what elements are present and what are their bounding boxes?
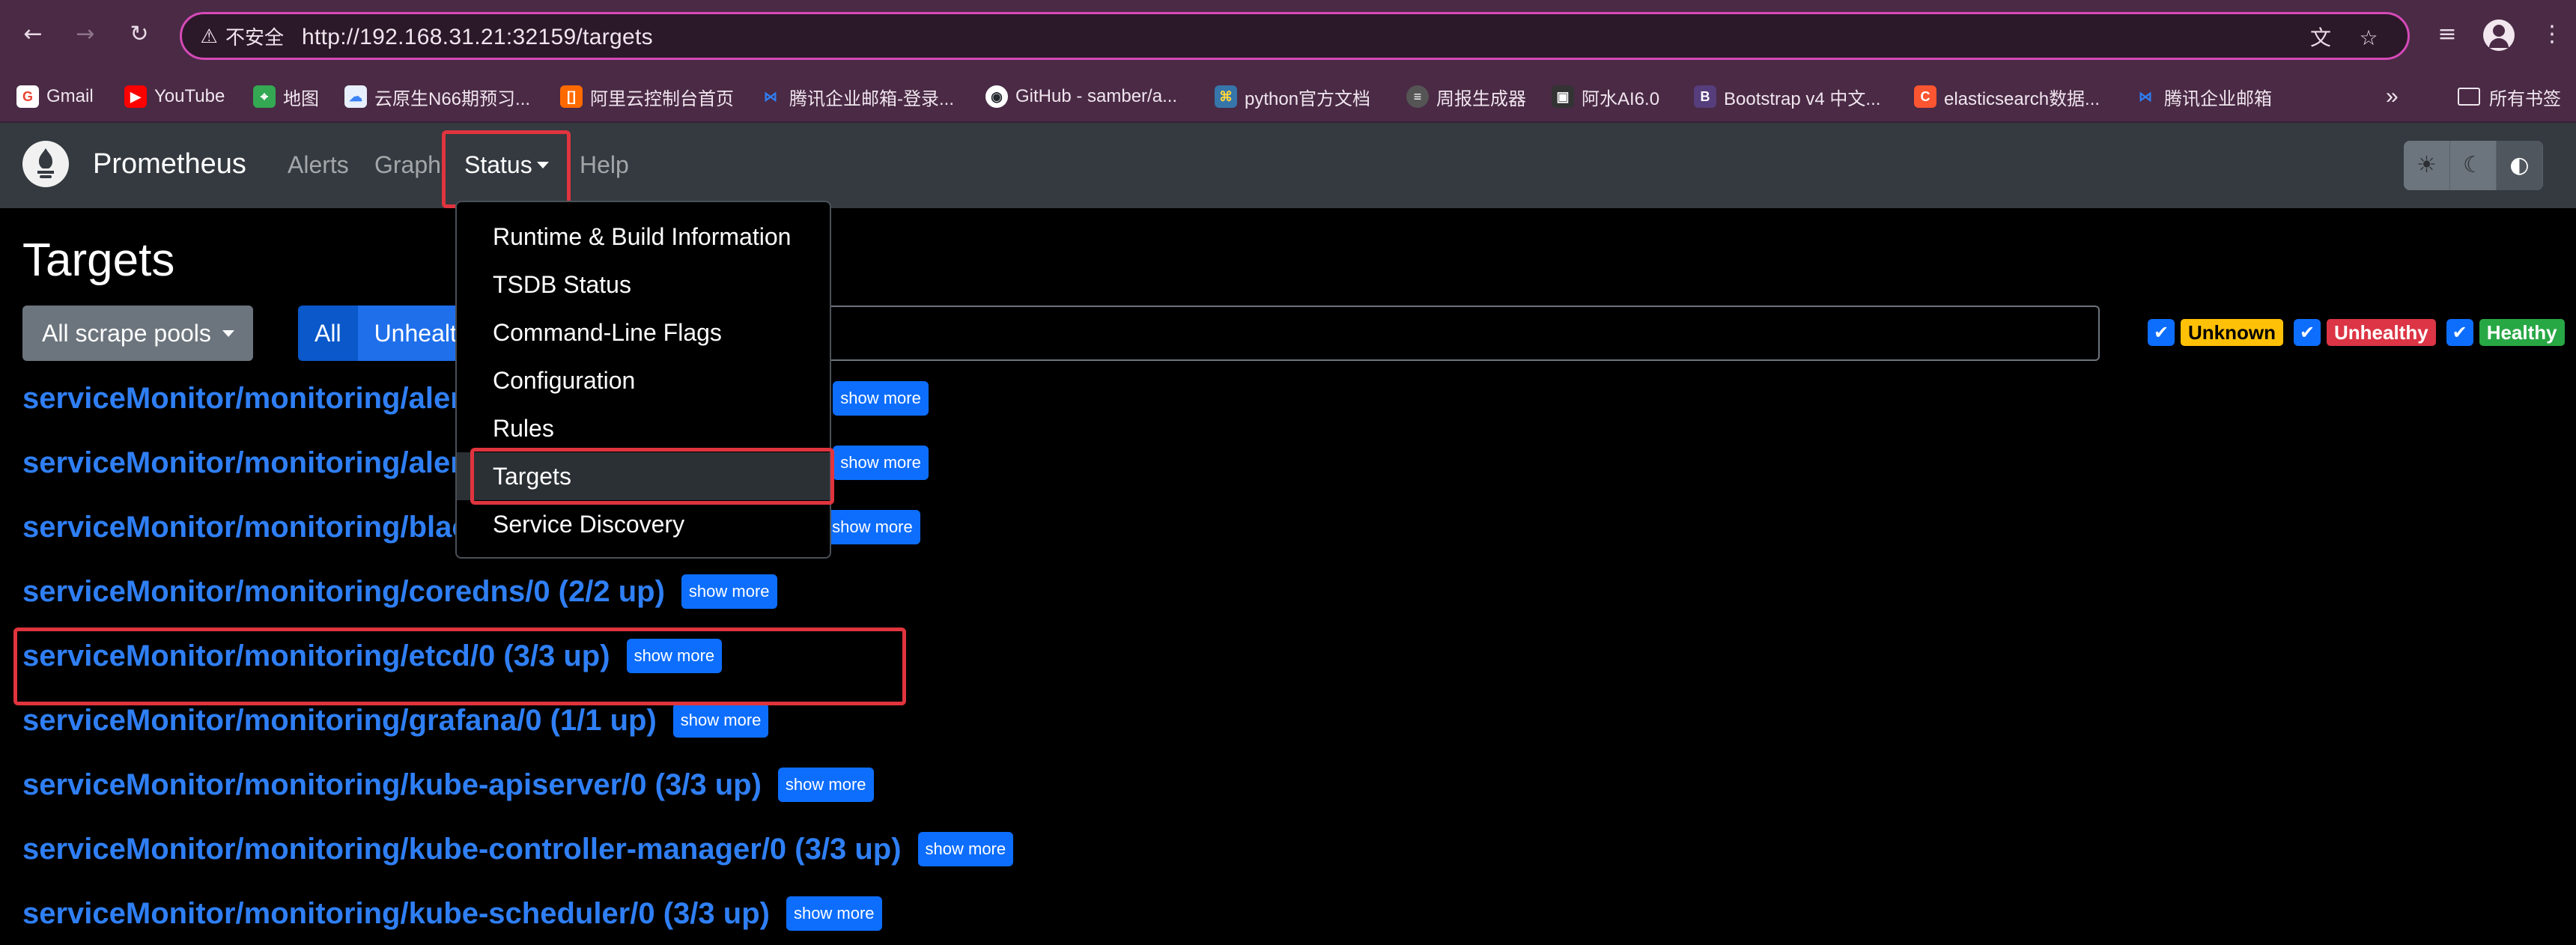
target-row: serviceMonitor/monitoring/kube-apiserver… bbox=[22, 762, 874, 807]
show-more-button[interactable]: show more bbox=[672, 703, 769, 738]
unknown-checkbox[interactable]: ✔ bbox=[2148, 319, 2175, 346]
dark-theme-icon[interactable]: ☾ bbox=[2450, 141, 2497, 190]
menu-item-command-line-flags[interactable]: Command-Line Flags bbox=[457, 309, 830, 356]
translate-icon[interactable]: ⽂ bbox=[2306, 23, 2336, 53]
forward-icon[interactable]: → bbox=[69, 18, 102, 51]
caret-down-icon bbox=[222, 330, 234, 338]
warning-icon[interactable]: ⚠ bbox=[195, 25, 222, 52]
unhealthy-badge[interactable]: Unhealthy bbox=[2327, 319, 2436, 346]
bookmark-item[interactable]: G Gmail bbox=[16, 70, 94, 123]
menu-item-configuration[interactable]: Configuration bbox=[457, 356, 830, 404]
brand-title[interactable]: Prometheus bbox=[93, 148, 246, 180]
gmail-icon: G bbox=[16, 85, 39, 108]
target-pool-link[interactable]: serviceMonitor/monitoring/coredns/0 (2/2… bbox=[22, 575, 665, 609]
status-dropdown-menu: Runtime & Build Information TSDB Status … bbox=[455, 201, 831, 559]
folder-icon bbox=[2458, 88, 2480, 106]
target-pool-link[interactable]: serviceMonitor/monitoring/grafana/0 (1/1… bbox=[22, 704, 657, 738]
target-pool-link[interactable]: serviceMonitor/monitoring/kube-controlle… bbox=[22, 833, 902, 866]
bookmark-item[interactable]: ▶ YouTube bbox=[124, 70, 225, 123]
bootstrap-icon: B bbox=[1694, 85, 1716, 108]
status-highlight-box bbox=[442, 130, 571, 208]
healthy-badge[interactable]: Healthy bbox=[2479, 319, 2565, 346]
bookmarks-bar: G Gmail ▶ YouTube ⌖ 地图 ☁ 云原生N66期预习... [] 阿里云控… bbox=[0, 70, 2576, 123]
nav-alerts[interactable]: Alerts bbox=[288, 151, 349, 179]
target-row: serviceMonitor/monitoring/kube-controlle… bbox=[22, 827, 1014, 872]
show-more-button[interactable]: show more bbox=[917, 832, 1014, 866]
health-checkbox-group: ✔ Unknown ✔ Unhealthy ✔ Healthy bbox=[2148, 319, 2569, 346]
more-menu-icon[interactable]: ⋮ bbox=[2534, 16, 2570, 52]
show-more-button[interactable]: show more bbox=[833, 446, 929, 480]
unhealthy-checkbox[interactable]: ✔ bbox=[2294, 319, 2321, 346]
healthy-checkbox[interactable]: ✔ bbox=[2446, 319, 2473, 346]
prometheus-navbar: Prometheus Alerts Graph Status Help bbox=[0, 123, 2576, 208]
unknown-badge[interactable]: Unknown bbox=[2181, 319, 2283, 346]
csdn-icon: C bbox=[1914, 85, 1936, 108]
bookmark-item[interactable]: ▣ 阿水AI6.0 bbox=[1552, 70, 1659, 123]
bookmark-item[interactable]: ☁ 云原生N66期预习... bbox=[344, 70, 530, 123]
show-more-button[interactable]: show more bbox=[777, 768, 874, 802]
target-row: serviceMonitor/monitoring/kube-scheduler… bbox=[22, 891, 882, 936]
target-row: serviceMonitor/monitoring/coredns/0 (2/2… bbox=[22, 569, 777, 614]
menu-item-service-discovery[interactable]: Service Discovery bbox=[457, 500, 830, 548]
target-pool-link[interactable]: serviceMonitor/monitoring/kube-apiserver… bbox=[22, 768, 762, 802]
menu-item-rules[interactable]: Rules bbox=[457, 404, 830, 452]
tencent-mail-icon: ⋈ bbox=[764, 89, 777, 104]
cloud-icon: ☁ bbox=[344, 85, 367, 108]
menu-item-tsdb-status[interactable]: TSDB Status bbox=[457, 261, 830, 309]
menu-item-runtime-build[interactable]: Runtime & Build Information bbox=[457, 213, 830, 261]
show-more-button[interactable]: show more bbox=[681, 574, 777, 609]
theme-toggle-group: ☀ ☾ ◐ bbox=[2404, 141, 2543, 190]
bookmark-item[interactable]: ⌘ python官方文档 bbox=[1215, 70, 1370, 123]
maps-icon: ⌖ bbox=[253, 85, 276, 108]
show-more-button[interactable]: show more bbox=[824, 510, 920, 544]
tencent-mail-icon: ⋈ bbox=[2139, 89, 2152, 104]
prometheus-logo-icon[interactable] bbox=[22, 141, 69, 187]
back-icon[interactable]: ← bbox=[16, 18, 49, 51]
targets-page: Targets All scrape pools All Unhealthy ✔… bbox=[0, 208, 2576, 945]
show-more-button[interactable]: show more bbox=[786, 896, 882, 931]
bookmark-item[interactable]: ⌖ 地图 bbox=[253, 70, 319, 123]
bookmark-item[interactable]: Celasticsearch数据... bbox=[1914, 70, 2100, 123]
nav-help[interactable]: Help bbox=[580, 151, 629, 179]
github-icon: ◉ bbox=[985, 85, 1008, 108]
media-queue-icon[interactable]: ≡ bbox=[2429, 16, 2465, 52]
bookmark-item[interactable]: [] 阿里云控制台首页 bbox=[560, 70, 734, 123]
aliyun-icon: [] bbox=[560, 85, 583, 108]
scrape-pool-label: All scrape pools bbox=[42, 320, 211, 347]
report-icon: ≡ bbox=[1406, 85, 1429, 108]
targets-highlight-box bbox=[470, 448, 834, 505]
profile-avatar[interactable] bbox=[2483, 19, 2515, 51]
auto-theme-icon[interactable]: ◐ bbox=[2497, 141, 2543, 190]
bookmark-item[interactable]: ⋈ 腾讯企业邮箱 bbox=[2134, 70, 2272, 123]
bookmark-item[interactable]: ≡ 周报生成器 bbox=[1406, 70, 1526, 123]
all-bookmarks-button[interactable]: 所有书签 bbox=[2458, 70, 2561, 123]
nav-graph[interactable]: Graph bbox=[374, 151, 441, 179]
filter-all-button[interactable]: All bbox=[298, 306, 358, 361]
youtube-icon: ▶ bbox=[124, 85, 147, 108]
python-icon: ⌘ bbox=[1215, 85, 1237, 108]
bookmark-item[interactable]: B Bootstrap v4 中文... bbox=[1694, 70, 1880, 123]
etcd-highlight-box bbox=[13, 628, 906, 705]
security-label[interactable]: 不安全 bbox=[225, 25, 284, 50]
target-pool-link[interactable]: serviceMonitor/monitoring/kube-scheduler… bbox=[22, 897, 770, 931]
scrape-pool-dropdown[interactable]: All scrape pools bbox=[22, 306, 253, 361]
ai-icon: ▣ bbox=[1552, 85, 1574, 108]
reload-icon[interactable]: ↻ bbox=[123, 18, 156, 51]
more-bookmarks-button[interactable]: » bbox=[2386, 70, 2399, 123]
bookmark-star-icon[interactable]: ☆ bbox=[2354, 23, 2384, 53]
browser-toolbar: ← → ↻ ⚠ 不安全 http://192.168.31.21:32159/t… bbox=[0, 0, 2576, 70]
page-title: Targets bbox=[22, 234, 175, 286]
light-theme-icon[interactable]: ☀ bbox=[2404, 141, 2450, 190]
bookmark-item[interactable]: ◉ GitHub - samber/a... bbox=[985, 70, 1177, 123]
url-text[interactable]: http://192.168.31.21:32159/targets bbox=[302, 24, 653, 51]
bookmark-item[interactable]: ⋈ 腾讯企业邮箱-登录... bbox=[759, 70, 954, 123]
address-bar[interactable]: ⚠ 不安全 http://192.168.31.21:32159/targets… bbox=[180, 12, 2410, 60]
show-more-button[interactable]: show more bbox=[833, 381, 929, 416]
